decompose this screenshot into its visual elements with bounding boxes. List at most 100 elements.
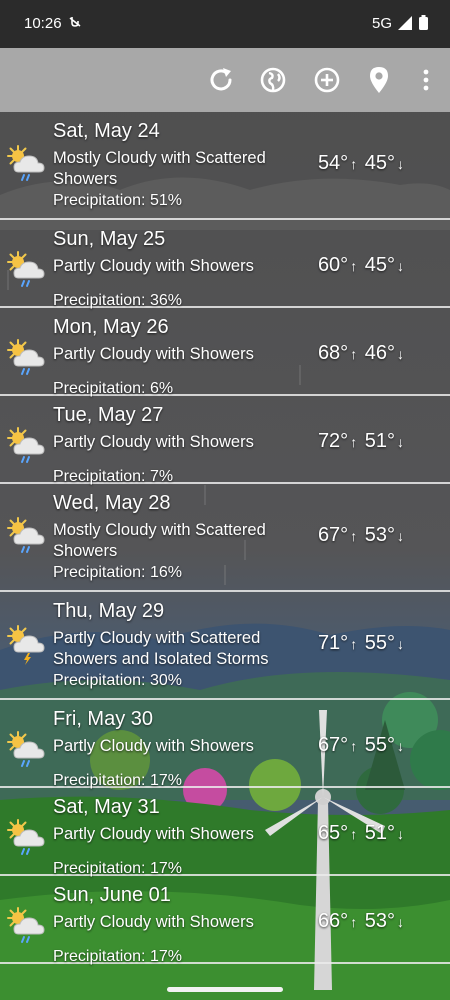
cloud-sun-rain-icon xyxy=(4,514,48,558)
forecast-description: Partly Cloudy with Scattered Showers and… xyxy=(53,629,269,668)
low-temp: 51° xyxy=(364,822,395,844)
low-temp: 45° xyxy=(364,152,395,174)
high-temp: 60° xyxy=(317,254,349,276)
overflow-menu-icon xyxy=(423,69,429,91)
forecast-row[interactable]: Sat, May 31 Partly Cloudy with Showers P… xyxy=(0,788,450,877)
forecast-row[interactable]: Sat, May 24 Mostly Cloudy with Scattered… xyxy=(0,112,450,220)
forecast-precipitation: Precipitation: 17% xyxy=(53,948,182,965)
forecast-precipitation: Precipitation: 51% xyxy=(53,192,182,209)
up-arrow-icon: ↑ xyxy=(350,346,358,362)
up-arrow-icon: ↑ xyxy=(350,528,358,544)
up-arrow-icon: ↑ xyxy=(350,156,358,172)
up-arrow-icon: ↑ xyxy=(350,434,358,450)
high-temp: 68° xyxy=(317,342,349,364)
forecast-temperatures: 65° ↑ 51° ↓ xyxy=(318,822,406,845)
down-arrow-icon: ↓ xyxy=(397,434,404,450)
forecast-temperatures: 71° ↑ 55° ↓ xyxy=(318,632,406,655)
low-temp: 45° xyxy=(364,254,395,276)
forecast-description: Mostly Cloudy with Scattered Showers xyxy=(53,149,266,188)
forecast-temperatures: 67° ↑ 55° ↓ xyxy=(318,734,406,757)
forecast-date: Fri, May 30 xyxy=(53,708,154,730)
forecast-description: Partly Cloudy with Showers xyxy=(53,433,254,451)
cloud-sun-storm-icon xyxy=(4,622,48,666)
forecast-date: Sun, June 01 xyxy=(53,884,171,906)
refresh-button[interactable] xyxy=(203,62,239,98)
top-toolbar xyxy=(0,48,450,112)
forecast-row[interactable]: Sun, June 01 Partly Cloudy with Showers … xyxy=(0,876,450,965)
cloud-sun-rain-icon xyxy=(4,248,48,292)
gesture-nav-bar[interactable] xyxy=(167,987,283,992)
forecast-description: Partly Cloudy with Showers xyxy=(53,913,254,931)
refresh-icon xyxy=(210,68,232,91)
forecast-row[interactable]: Fri, May 30 Partly Cloudy with Showers P… xyxy=(0,700,450,789)
low-temp: 46° xyxy=(364,342,395,364)
cloud-sun-rain-icon xyxy=(4,728,48,772)
status-bar: 10:26 5G xyxy=(0,0,450,48)
cloud-sun-rain-icon xyxy=(4,904,48,948)
forecast-temperatures: 60° ↑ 45° ↓ xyxy=(318,254,406,277)
cloud-sun-rain-icon xyxy=(4,336,48,380)
forecast-row[interactable]: Tue, May 27 Partly Cloudy with Showers P… xyxy=(0,396,450,485)
up-arrow-icon: ↑ xyxy=(350,636,358,652)
radar-globe-button[interactable] xyxy=(255,62,291,98)
low-temp: 53° xyxy=(364,524,395,546)
forecast-temperatures: 66° ↑ 53° ↓ xyxy=(318,910,406,933)
down-arrow-icon: ↓ xyxy=(397,528,404,544)
overflow-menu-button[interactable] xyxy=(408,62,444,98)
low-temp: 53° xyxy=(364,910,395,932)
forecast-description: Mostly Cloudy with Scattered Showers xyxy=(53,521,266,560)
battery-icon xyxy=(419,15,428,34)
forecast-row[interactable]: Mon, May 26 Partly Cloudy with Showers P… xyxy=(0,308,450,397)
down-arrow-icon: ↓ xyxy=(397,914,404,930)
low-temp: 55° xyxy=(364,734,395,756)
high-temp: 71° xyxy=(317,632,349,654)
high-temp: 72° xyxy=(317,430,349,452)
network-type: 5G xyxy=(371,15,392,32)
forecast-description: Partly Cloudy with Showers xyxy=(53,257,254,275)
down-arrow-icon: ↓ xyxy=(397,346,404,362)
location-button[interactable] xyxy=(361,62,397,98)
forecast-row[interactable]: Wed, May 28 Mostly Cloudy with Scattered… xyxy=(0,484,450,592)
location-pin-icon xyxy=(370,67,388,93)
forecast-date: Sat, May 24 xyxy=(53,120,160,142)
forecast-description: Partly Cloudy with Showers xyxy=(53,825,254,843)
cloud-sun-rain-icon xyxy=(4,816,48,860)
cloud-sun-rain-icon xyxy=(4,142,48,186)
forecast-date: Wed, May 28 xyxy=(53,492,171,514)
forecast-precipitation: Precipitation: 30% xyxy=(53,672,182,689)
low-temp: 51° xyxy=(364,430,395,452)
forecast-row[interactable]: Thu, May 29 Partly Cloudy with Scattered… xyxy=(0,592,450,700)
status-time: 10:26 xyxy=(24,15,62,32)
down-arrow-icon: ↓ xyxy=(397,738,404,754)
high-temp: 67° xyxy=(317,734,349,756)
up-arrow-icon: ↑ xyxy=(350,914,358,930)
forecast-temperatures: 72° ↑ 51° ↓ xyxy=(318,430,406,453)
high-temp: 65° xyxy=(317,822,349,844)
signal-icon xyxy=(398,16,412,34)
forecast-date: Mon, May 26 xyxy=(53,316,169,338)
dnd-off-icon xyxy=(68,15,82,33)
add-location-button[interactable] xyxy=(309,62,345,98)
forecast-description: Partly Cloudy with Showers xyxy=(53,345,254,363)
forecast-description: Partly Cloudy with Showers xyxy=(53,737,254,755)
down-arrow-icon: ↓ xyxy=(397,258,404,274)
globe-icon xyxy=(260,67,286,93)
forecast-date: Tue, May 27 xyxy=(53,404,164,426)
high-temp: 67° xyxy=(317,524,349,546)
up-arrow-icon: ↑ xyxy=(350,826,358,842)
forecast-precipitation: Precipitation: 16% xyxy=(53,564,182,581)
forecast-temperatures: 68° ↑ 46° ↓ xyxy=(318,342,406,365)
down-arrow-icon: ↓ xyxy=(397,636,404,652)
high-temp: 54° xyxy=(317,152,349,174)
down-arrow-icon: ↓ xyxy=(397,156,404,172)
low-temp: 55° xyxy=(364,632,395,654)
forecast-row[interactable]: Sun, May 25 Partly Cloudy with Showers P… xyxy=(0,220,450,309)
down-arrow-icon: ↓ xyxy=(397,826,404,842)
high-temp: 66° xyxy=(317,910,349,932)
forecast-date: Thu, May 29 xyxy=(53,600,165,622)
forecast-temperatures: 54° ↑ 45° ↓ xyxy=(318,152,406,175)
cloud-sun-rain-icon xyxy=(4,424,48,468)
forecast-date: Sun, May 25 xyxy=(53,228,166,250)
up-arrow-icon: ↑ xyxy=(350,258,358,274)
forecast-temperatures: 67° ↑ 53° ↓ xyxy=(318,524,406,547)
